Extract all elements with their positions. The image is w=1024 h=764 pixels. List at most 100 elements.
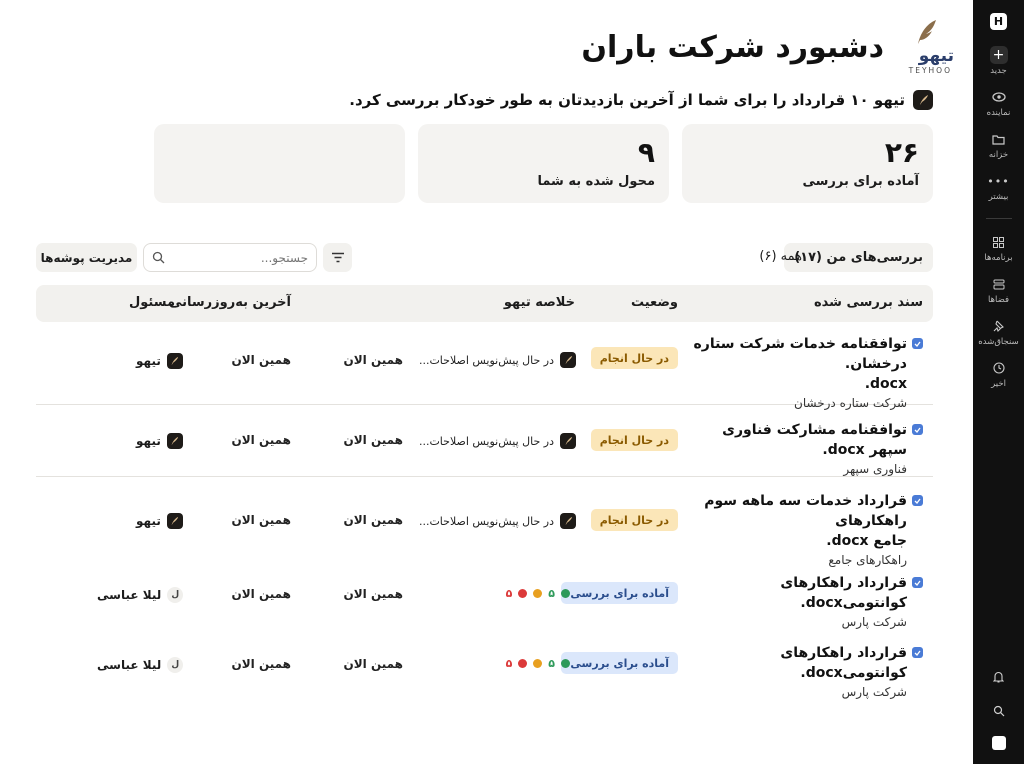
rail-divider <box>985 218 1012 219</box>
doc-name[interactable]: توافقنامه خدمات شرکت ستاره درخشان. <box>683 334 908 374</box>
col-summary[interactable]: خلاصه تیهو <box>504 295 575 310</box>
rail-apps[interactable]: برنامه‌ها <box>973 233 1024 263</box>
status-badge: آماده برای بررسی <box>561 652 678 674</box>
rail-new[interactable]: + جدید <box>973 46 1024 76</box>
feather-icon <box>918 20 936 44</box>
teyhoo-badge-icon <box>560 433 576 449</box>
owner-avatar: ل <box>167 587 184 603</box>
checkbox-checked-icon[interactable] <box>912 338 923 349</box>
summary-text: در حال پیش‌نویس اصلاحات... <box>418 434 554 448</box>
col-status[interactable]: وضعیت <box>631 295 678 310</box>
owner-avatar: ل <box>167 657 184 673</box>
rail-label: جدید <box>990 66 1007 76</box>
tab-all[interactable]: همه (۶) <box>759 249 802 264</box>
time-text: همین الان <box>343 587 403 601</box>
doc-cell: توافقنامه مشارکت فناوری سپهر docx. فناور… <box>683 420 923 476</box>
updated-text: همین الان <box>231 587 291 601</box>
time-text: همین الان <box>343 657 403 671</box>
brand-name-en: TEYHOO <box>908 66 952 75</box>
col-owner[interactable]: مسئول <box>129 295 175 310</box>
owner-name: لیلا عباسی <box>97 588 162 602</box>
time-text: همین الان <box>343 353 403 367</box>
table-row[interactable]: توافقنامه مشارکت فناوری سپهر docx. فناور… <box>36 405 933 477</box>
owner-name: تیهو <box>136 514 161 528</box>
table-row[interactable]: قرارداد راهکارهای کوانتومیdocx. شرکت پار… <box>36 631 933 701</box>
page-title: دشبورد شرکت باران <box>581 30 884 65</box>
pin-icon <box>990 317 1008 335</box>
summary-cell: در حال پیش‌نویس اصلاحات... <box>419 352 576 368</box>
checkbox-checked-icon[interactable] <box>912 647 923 658</box>
owner-cell: تیهو <box>136 513 183 529</box>
rail-label: نماینده <box>986 108 1011 118</box>
rail-spaces[interactable]: فضاها <box>973 275 1024 305</box>
updated-text: همین الان <box>231 657 291 671</box>
checkbox-checked-icon[interactable] <box>912 577 923 588</box>
tab-my-reviews[interactable]: بررسی‌های من (۱۷) <box>784 243 933 272</box>
issue-dots: ۵ ۵ <box>506 657 570 670</box>
red-dot-icon <box>518 659 528 668</box>
doc-name-cont[interactable]: docx. <box>683 374 907 394</box>
checkbox-checked-icon[interactable] <box>912 495 923 506</box>
search-box[interactable] <box>143 243 317 272</box>
rail-recent[interactable]: اخیر <box>973 359 1024 389</box>
doc-name[interactable]: توافقنامه مشارکت فناوری سپهر docx. <box>683 420 907 460</box>
rail-more[interactable]: ••• بیشتر <box>973 172 1024 203</box>
user-avatar-button[interactable] <box>991 736 1006 750</box>
grid-icon <box>990 233 1008 251</box>
bell-icon[interactable] <box>990 668 1008 686</box>
green-count: ۵ <box>548 657 555 670</box>
status-badge: در حال انجام <box>590 347 678 369</box>
rail-agent[interactable]: نماینده <box>973 88 1024 118</box>
app-logo[interactable]: H <box>990 13 1007 30</box>
rail-label: فضاها <box>987 295 1010 305</box>
doc-company: شرکت پارس <box>841 615 907 629</box>
owner-cell: ل لیلا عباسی <box>97 587 184 603</box>
doc-name[interactable]: قرارداد خدمات سه ماهه سوم راهکارهای <box>683 491 907 531</box>
updated-text: همین الان <box>231 513 291 527</box>
col-updated[interactable]: آخرین به‌روزرسانی <box>169 295 291 310</box>
red-dot-icon <box>518 589 528 598</box>
table-row[interactable]: قرارداد راهکارهای کوانتومیdocx. شرکت پار… <box>36 561 933 631</box>
doc-cell: قرارداد راهکارهای کوانتومیdocx. شرکت پار… <box>683 643 923 699</box>
doc-cell: توافقنامه خدمات شرکت ستاره درخشان. docx. … <box>683 334 923 410</box>
stat-card-assigned[interactable]: ۹ محول شده به شما <box>418 124 669 203</box>
checkbox-checked-icon[interactable] <box>912 424 923 435</box>
doc-name-cont[interactable]: جامع docx. <box>683 531 907 551</box>
col-document[interactable]: سند بررسی شده <box>814 295 923 310</box>
teyhoo-badge-icon <box>913 90 933 110</box>
stat-card-ready[interactable]: ۲۶ آماده برای بررسی <box>682 124 933 203</box>
doc-cell: قرارداد خدمات سه ماهه سوم راهکارهای جامع … <box>683 491 923 567</box>
status-badge: در حال انجام <box>590 509 678 531</box>
teyhoo-badge-icon <box>166 433 183 449</box>
doc-name[interactable]: قرارداد راهکارهای کوانتومیdocx. <box>683 573 907 613</box>
stat-label: آماده برای بررسی <box>802 174 919 189</box>
summary-cell: در حال پیش‌نویس اصلاحات... <box>419 433 576 449</box>
red-count: ۵ <box>505 587 513 600</box>
search-icon[interactable] <box>990 702 1008 720</box>
rail-vault[interactable]: خزانه <box>973 130 1024 160</box>
doc-cell: قرارداد راهکارهای کوانتومیdocx. شرکت پار… <box>683 573 923 629</box>
doc-company: شرکت پارس <box>841 685 907 699</box>
table-row[interactable]: قرارداد خدمات سه ماهه سوم راهکارهای جامع … <box>36 477 933 567</box>
search-input[interactable] <box>169 250 308 265</box>
rail-label: بیشتر <box>988 192 1009 202</box>
rail-label: برنامه‌ها <box>984 253 1013 263</box>
plus-icon: + <box>989 46 1008 64</box>
owner-name: تیهو <box>136 354 161 368</box>
manage-folders-button[interactable]: مدیریت پوشه‌ها <box>36 243 137 272</box>
brand-logo: تیهو TEYHOO <box>896 18 954 78</box>
rail-pinned[interactable]: سنجاق‌شده <box>973 317 1024 347</box>
summary-text: در حال پیش‌نویس اصلاحات... <box>418 514 554 528</box>
table-header: سند بررسی شده وضعیت خلاصه تیهو آخرین به‌… <box>36 285 933 322</box>
filter-icon <box>331 252 344 263</box>
doc-name[interactable]: قرارداد راهکارهای کوانتومیdocx. <box>683 643 907 683</box>
filter-button[interactable] <box>323 243 352 272</box>
table-row[interactable]: توافقنامه خدمات شرکت ستاره درخشان. docx. … <box>36 322 933 410</box>
stat-label: محول شده به شما <box>537 174 655 189</box>
status-badge: آماده برای بررسی <box>561 582 678 604</box>
summary-text: تیهو ۱۰ قرارداد را برای شما از آخرین باز… <box>349 91 905 109</box>
owner-name: تیهو <box>136 434 161 448</box>
clock-icon <box>990 359 1008 377</box>
doc-company: فناوری سپهر <box>843 462 907 476</box>
teyhoo-badge-icon <box>166 513 183 529</box>
